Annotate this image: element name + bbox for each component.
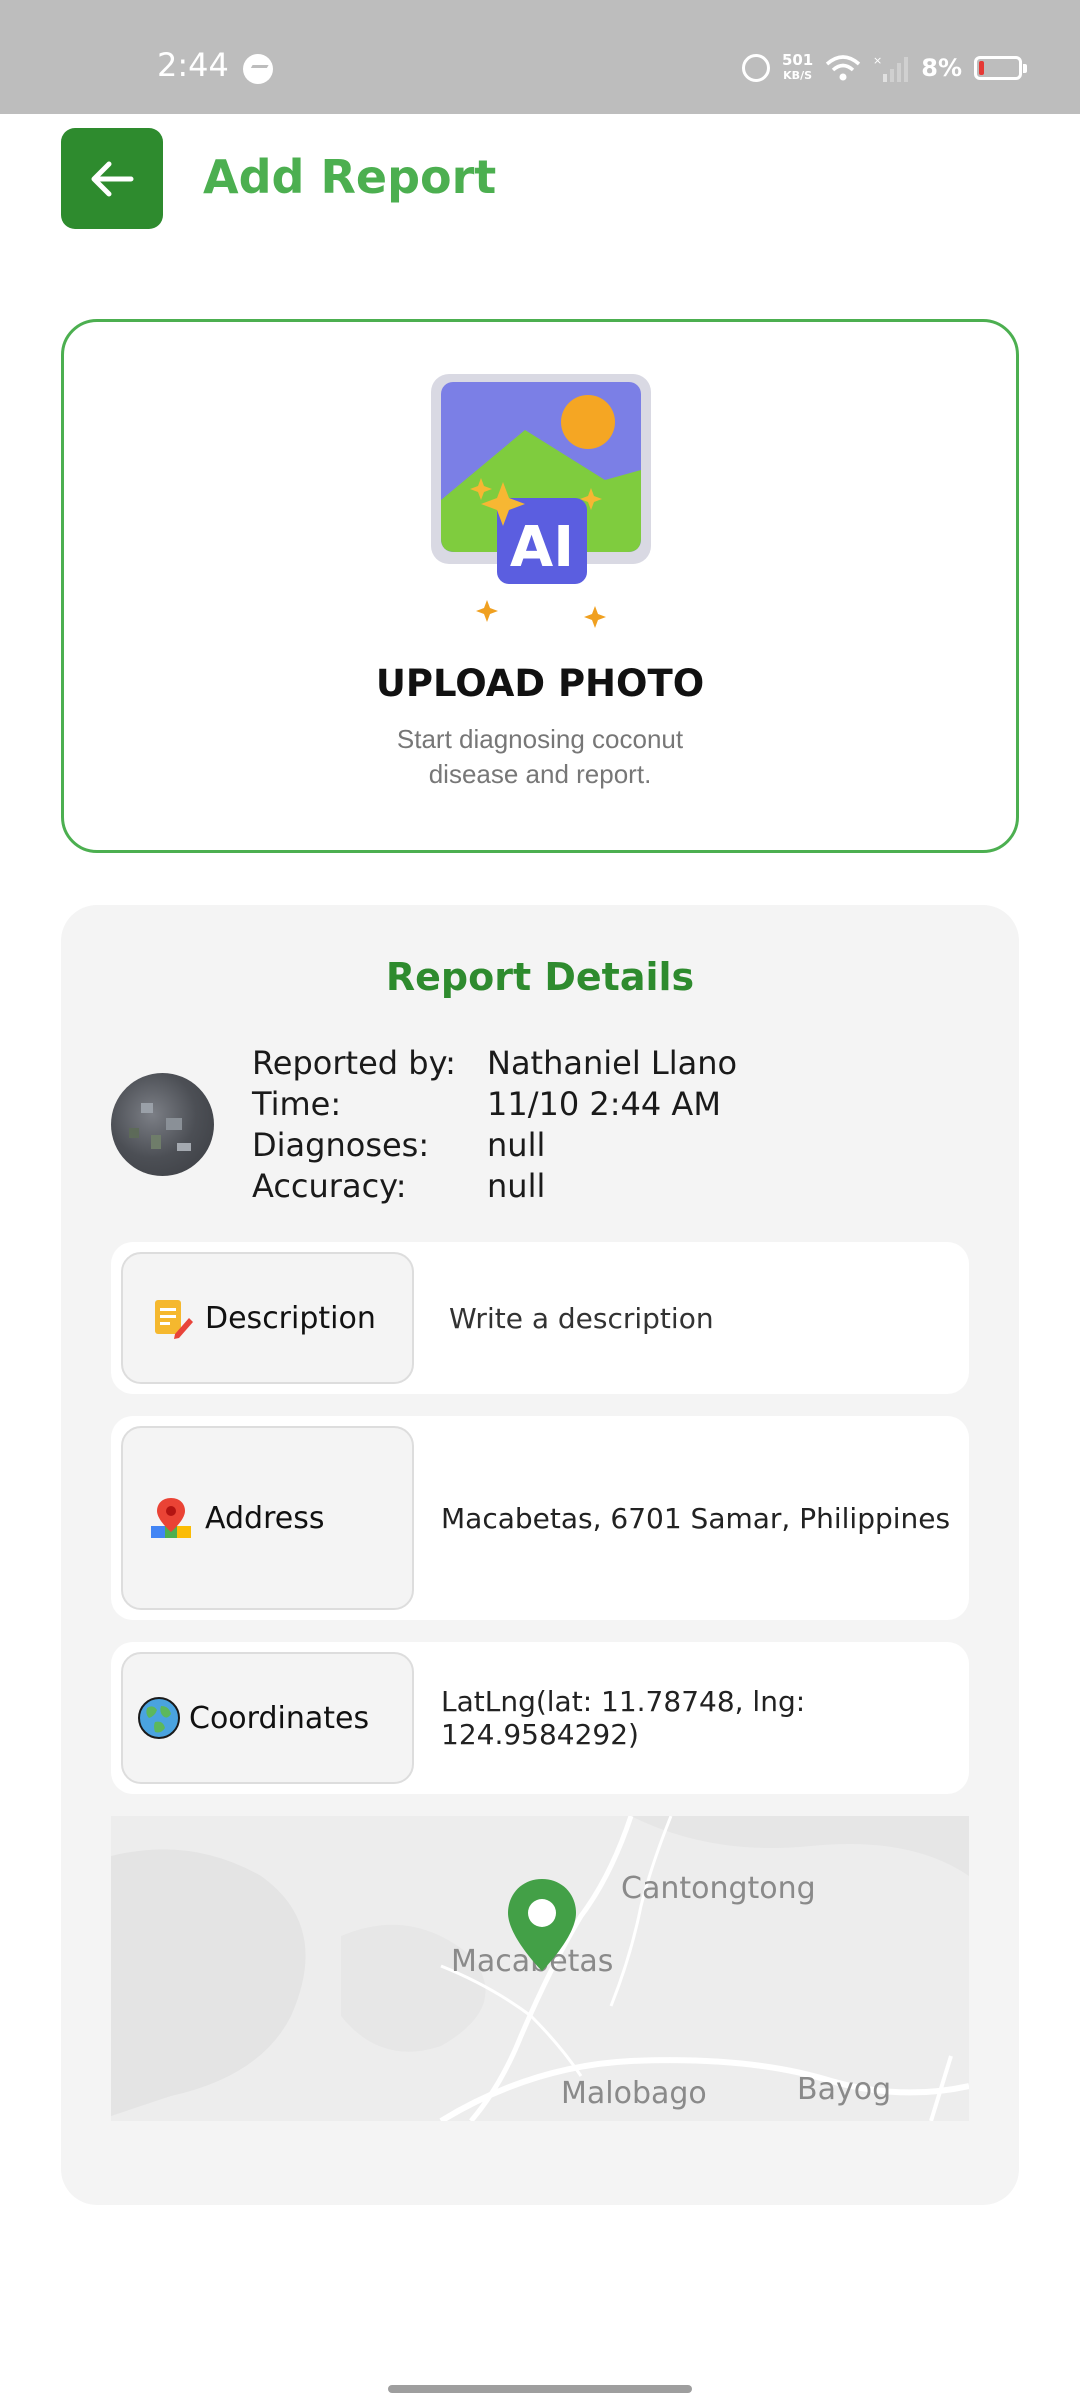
upload-title: UPLOAD PHOTO: [375, 662, 705, 705]
report-info: Reported by: Nathaniel Llano Time: 11/10…: [252, 1043, 737, 1207]
status-time: 2:44: [157, 46, 229, 84]
info-row-reported-by: Reported by: Nathaniel Llano: [252, 1043, 737, 1084]
location-marker-icon[interactable]: [506, 1877, 578, 1973]
upload-subtitle: Start diagnosing coconut disease and rep…: [64, 722, 1016, 792]
map-label-malobago: Malobago: [561, 2076, 707, 2111]
alarm-icon: [741, 54, 770, 82]
upload-subtitle-line2: disease and report.: [428, 759, 652, 789]
upload-photo-card[interactable]: AI UPLOAD PHOTO Start diagnosing coconut…: [61, 319, 1019, 853]
status-bar: 2:44 501 KB/S × 8%: [0, 0, 1080, 114]
coordinates-label-box: Coordinates: [121, 1652, 414, 1784]
map-pin-icon: [151, 1498, 191, 1538]
network-speed: 501 KB/S: [782, 53, 813, 83]
info-label: Accuracy:: [252, 1167, 407, 1205]
status-icons: 501 KB/S × 8%: [741, 48, 1027, 88]
home-indicator[interactable]: [388, 2385, 692, 2393]
info-row-accuracy: Accuracy: null: [252, 1166, 737, 1207]
upload-subtitle-line1: Start diagnosing coconut: [396, 724, 684, 754]
report-details-title: Report Details: [385, 955, 695, 999]
description-label: Description: [205, 1300, 376, 1336]
info-label: Reported by:: [252, 1044, 456, 1082]
address-value: Macabetas, 6701 Samar, Philippines: [441, 1501, 951, 1535]
network-speed-unit: KB/S: [783, 69, 813, 82]
battery-percent: 8%: [921, 54, 962, 82]
globe-icon: [138, 1697, 180, 1739]
ai-image-icon: AI: [431, 374, 651, 628]
back-button[interactable]: [61, 128, 163, 229]
satellite-thumbnail-icon: [129, 1103, 191, 1151]
ai-badge-text: AI: [510, 515, 574, 580]
battery-icon: [974, 56, 1027, 80]
info-value: Nathaniel Llano: [487, 1044, 738, 1082]
arrow-left-icon: [91, 161, 134, 196]
coordinates-field: Coordinates LatLng(lat: 11.78748, lng: 1…: [111, 1642, 969, 1794]
info-row-time: Time: 11/10 2:44 AM: [252, 1084, 737, 1125]
coordinates-value: LatLng(lat: 11.78748, lng: 124.9584292): [441, 1685, 806, 1751]
network-speed-value: 501: [781, 51, 814, 69]
messenger-icon: [243, 54, 273, 84]
info-label: Diagnoses:: [252, 1126, 430, 1164]
map-label-bayog: Bayog: [797, 2072, 892, 2107]
report-details-panel: Report Details Reported by: Nathaniel Ll…: [61, 905, 1019, 2205]
location-map[interactable]: Cantongtong Macabetas Malobago Bayog: [111, 1816, 969, 2121]
info-value: null: [487, 1126, 546, 1164]
description-input[interactable]: Write a description: [449, 1242, 714, 1394]
info-label: Time:: [252, 1085, 342, 1123]
page-title: Add Report: [203, 150, 497, 204]
address-field: Address Macabetas, 6701 Samar, Philippin…: [111, 1416, 969, 1620]
address-label-box: Address: [121, 1426, 414, 1610]
info-value: 11/10 2:44 AM: [487, 1085, 721, 1123]
map-label-cantongtong: Cantongtong: [621, 1871, 816, 1906]
coordinates-label: Coordinates: [189, 1700, 370, 1736]
svg-text:×: ×: [873, 54, 882, 67]
info-value: null: [487, 1167, 546, 1205]
signal-icon: ×: [873, 54, 909, 82]
description-field[interactable]: Description Write a description: [111, 1242, 969, 1394]
wifi-icon: [826, 55, 861, 81]
address-label: Address: [205, 1500, 325, 1536]
description-label-box: Description: [121, 1252, 414, 1384]
notepad-pencil-icon: [155, 1300, 193, 1339]
info-row-diagnoses: Diagnoses: null: [252, 1125, 737, 1166]
avatar: [111, 1073, 214, 1176]
